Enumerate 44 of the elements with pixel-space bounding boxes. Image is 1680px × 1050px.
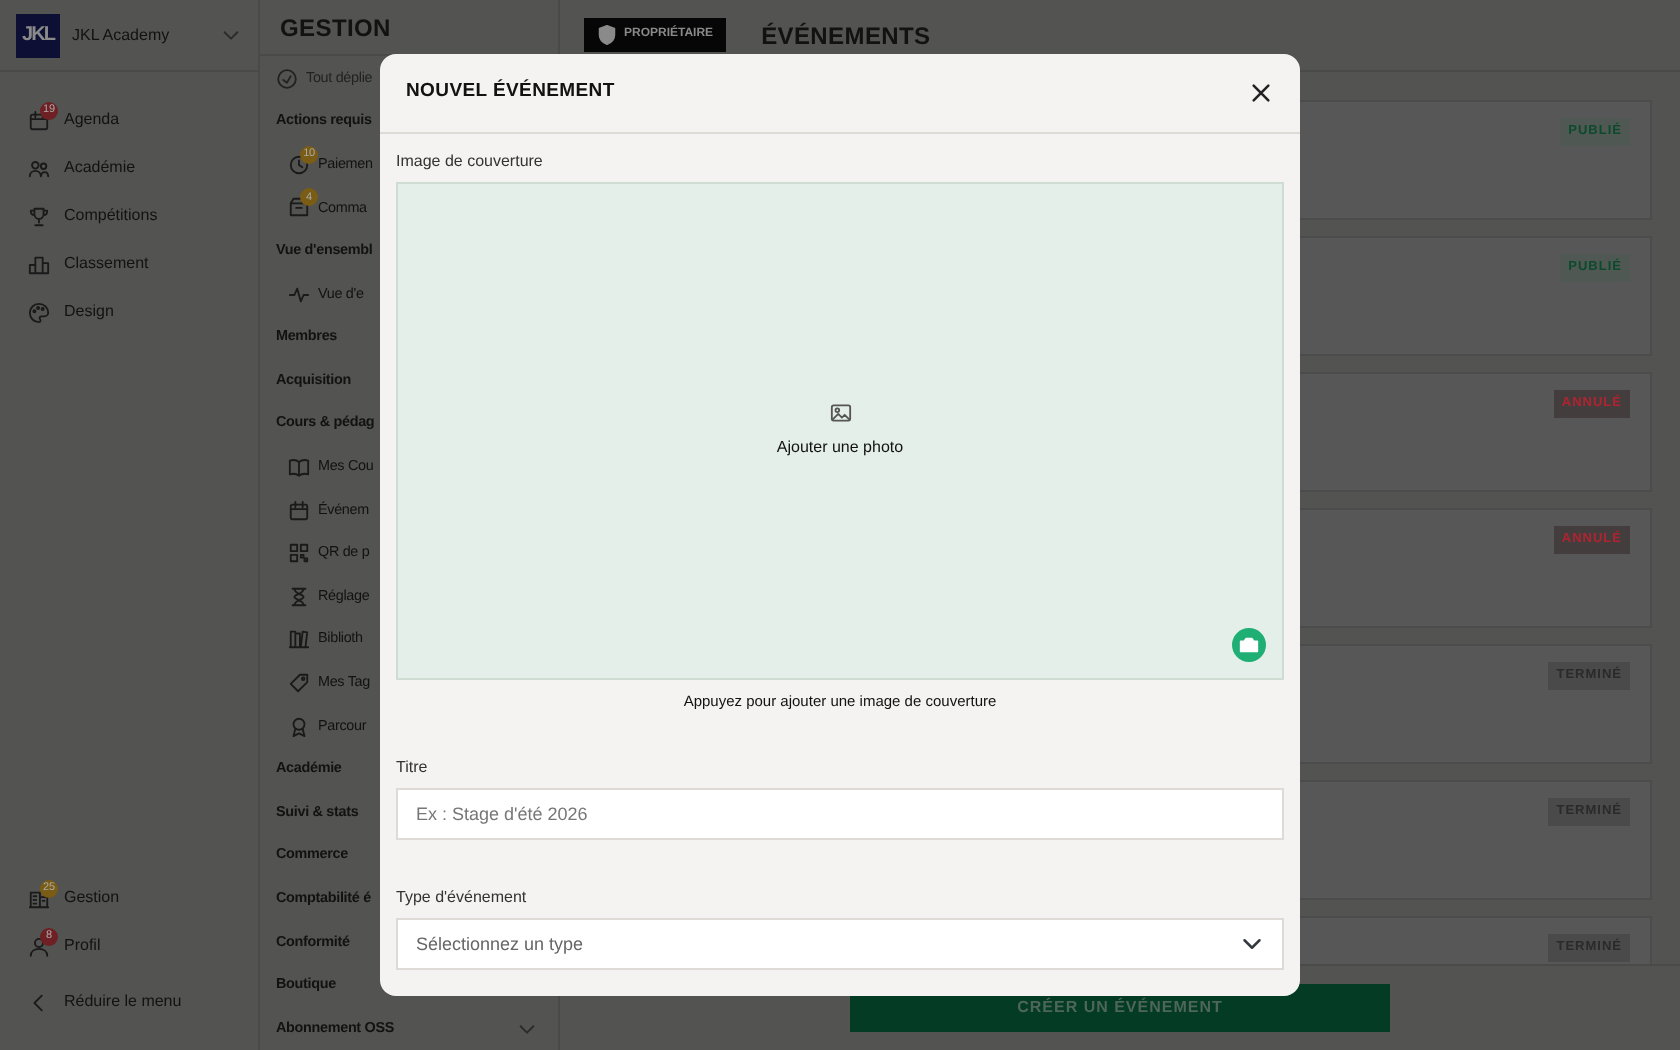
sidebar-item[interactable]: Académie <box>64 156 136 180</box>
close-icon <box>1250 81 1272 104</box>
people-icon <box>28 157 50 179</box>
type-select[interactable]: Sélectionnez un type <box>396 918 1284 971</box>
books-icon <box>288 628 310 651</box>
sidebar-item[interactable]: Profil <box>64 934 101 958</box>
pulse-icon <box>288 283 310 306</box>
qr-code-icon <box>288 542 310 565</box>
tag-icon <box>288 671 310 694</box>
field-label: Image de couverture <box>396 150 545 174</box>
box-icon <box>288 196 310 219</box>
person-icon <box>28 935 50 957</box>
podium-icon <box>28 253 50 275</box>
calendar-icon <box>288 499 310 522</box>
title-field[interactable]: Ex : Stage d'été 2026 <box>396 788 1284 841</box>
modal-title: NOUVEL ÉVÉNEMENT <box>406 78 615 107</box>
shield-icon <box>596 24 618 46</box>
collapse-menu-link[interactable]: Réduire le menu <box>64 990 182 1014</box>
trophy-icon <box>28 205 50 227</box>
calendar-icon <box>28 109 50 131</box>
camera-button[interactable] <box>1232 628 1266 662</box>
page-heading: GESTION <box>280 11 391 46</box>
book-icon <box>288 455 310 478</box>
image-icon <box>829 402 851 424</box>
clock-icon <box>288 153 310 176</box>
building-icon <box>28 887 50 909</box>
academy-name: JKL Academy <box>72 23 170 47</box>
field-label: Type d'événement <box>396 886 529 911</box>
section-title: ÉVÉNEMENTS <box>761 19 931 53</box>
sidebar-item[interactable]: Compétitions <box>64 204 158 228</box>
sidebar-item[interactable]: Classement <box>64 252 149 276</box>
check-circle-icon <box>276 67 298 90</box>
academy-logo: JKL <box>16 13 60 57</box>
hourglass-icon <box>288 585 310 608</box>
close-button[interactable] <box>1250 81 1272 105</box>
sidebar-item[interactable]: Gestion <box>64 886 120 910</box>
cover-image-dropzone[interactable]: Ajouter une photo <box>396 182 1284 680</box>
sidebar-item[interactable]: Design <box>64 300 114 324</box>
field-label: Titre <box>396 756 430 781</box>
sidebar-item[interactable]: Agenda <box>64 108 120 132</box>
dropzone-hint: Ajouter une photo <box>776 436 904 460</box>
award-icon <box>288 715 310 738</box>
camera-icon <box>1238 634 1260 656</box>
palette-icon <box>28 301 50 323</box>
